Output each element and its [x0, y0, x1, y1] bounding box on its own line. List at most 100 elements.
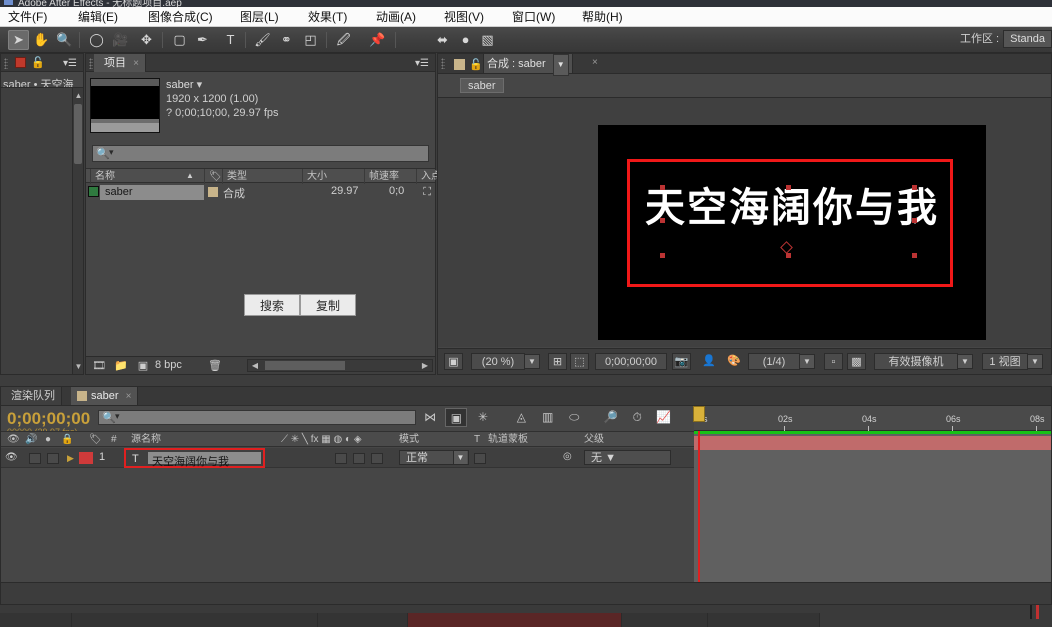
- column-type[interactable]: 类型: [222, 169, 302, 184]
- handle-top-center[interactable]: [786, 185, 791, 190]
- tab-composition[interactable]: 合成 : saber ▼: [483, 54, 573, 76]
- handle-top-left[interactable]: [660, 185, 665, 190]
- shape-tool[interactable]: ▢: [169, 30, 190, 50]
- handle-bottom-left[interactable]: [660, 253, 665, 258]
- camera-tool[interactable]: 🎥: [110, 30, 131, 50]
- interpret-footage-icon[interactable]: 🎞: [92, 359, 106, 373]
- eraser-tool[interactable]: ◰: [300, 30, 321, 50]
- audio-column-icon[interactable]: 🔊: [25, 432, 37, 448]
- roto-brush-tool[interactable]: 🖉: [333, 30, 354, 50]
- label-column-icon[interactable]: 🏷: [89, 432, 102, 448]
- timeline-search-input[interactable]: 🔍 ▾: [98, 410, 416, 425]
- left-panel-color-swatch[interactable]: [15, 57, 26, 68]
- draft-3d-icon[interactable]: ✳: [472, 408, 494, 427]
- composition-stage[interactable]: 天空海阔你与我 GXI网 system.com: [438, 97, 1051, 347]
- brainstorm-icon[interactable]: 🔎: [600, 408, 622, 427]
- solo-column-icon[interactable]: ●: [45, 432, 51, 448]
- shy-icon[interactable]: ⋈: [419, 408, 441, 427]
- handle-mid-right[interactable]: [912, 218, 917, 223]
- tab-composition-close-icon[interactable]: ×: [592, 57, 598, 68]
- layer-number-column[interactable]: #: [111, 432, 117, 448]
- composition-color-swatch[interactable]: [454, 59, 465, 70]
- project-panel-menu-icon[interactable]: ▾☰: [415, 58, 429, 69]
- layer-switch-2[interactable]: [353, 453, 365, 464]
- tab-saber-timeline[interactable]: saber ×: [71, 387, 139, 405]
- menu-item-effect[interactable]: 效果(T): [304, 9, 351, 25]
- pen-tool[interactable]: ✒: [192, 30, 213, 50]
- transparency-icon[interactable]: ▧: [477, 30, 498, 50]
- column-source-name[interactable]: 源名称: [131, 432, 161, 448]
- handle-top-right[interactable]: [912, 185, 917, 190]
- motion-blur-icon[interactable]: ▥: [537, 408, 559, 427]
- adjustment-icon[interactable]: ⬭: [563, 408, 585, 427]
- timeline-ruler[interactable]: 0s 02s 04s 06s 08s: [694, 406, 1051, 431]
- copy-button[interactable]: 复制: [300, 294, 356, 316]
- taskbar-segment-2[interactable]: [72, 613, 318, 627]
- menu-item-help[interactable]: 帮助(H): [578, 9, 627, 25]
- taskbar-segment-5[interactable]: [622, 613, 708, 627]
- layer-switch-1[interactable]: [335, 453, 347, 464]
- zoom-tool[interactable]: 🔍: [54, 30, 75, 50]
- menu-item-window[interactable]: 窗口(W): [508, 9, 559, 25]
- layer-expand-arrow-icon[interactable]: ▶: [67, 453, 74, 464]
- toggle-transparency-icon[interactable]: ▩: [847, 353, 866, 370]
- views-dropdown-icon[interactable]: ▼: [1027, 354, 1043, 369]
- layer-mode-dropdown[interactable]: 正常 ▼: [399, 450, 469, 465]
- hierarchy-icon[interactable]: ⛶: [423, 186, 431, 199]
- timeline-tracks-area[interactable]: [693, 406, 1051, 582]
- project-hscroll-thumb[interactable]: [265, 361, 345, 370]
- channel-icon[interactable]: 🎨: [725, 353, 743, 370]
- column-track-matte[interactable]: 轨道蒙板: [488, 432, 528, 448]
- column-framerate[interactable]: 帧速率: [364, 169, 416, 184]
- delete-icon[interactable]: 🗑: [208, 359, 222, 373]
- lock-column-icon[interactable]: 🔒: [61, 432, 73, 448]
- hand-tool[interactable]: ✋: [31, 30, 52, 50]
- menu-item-file[interactable]: 文件(F): [4, 9, 51, 25]
- tab-project-close-icon[interactable]: ×: [133, 58, 139, 69]
- search-button[interactable]: 搜索: [244, 294, 300, 316]
- graph-editor-icon[interactable]: 📈: [653, 408, 675, 427]
- column-mode[interactable]: 模式: [399, 432, 419, 448]
- scroll-thumb[interactable]: [74, 104, 82, 164]
- clone-stamp-tool[interactable]: ⚭: [276, 30, 297, 50]
- resolution-dropdown-icon[interactable]: ▼: [799, 354, 815, 369]
- lock-icon[interactable]: 🔓: [31, 56, 45, 69]
- column-name[interactable]: 名称: [90, 169, 200, 184]
- show-snapshot-icon[interactable]: 👤: [700, 353, 718, 370]
- menu-item-edit[interactable]: 编辑(E): [74, 9, 122, 25]
- grid-dot-icon[interactable]: ●: [455, 30, 476, 50]
- column-label-icon[interactable]: 🏷: [204, 169, 222, 184]
- camera-value[interactable]: 有效摄像机: [874, 353, 958, 370]
- sort-asc-icon[interactable]: ▲: [186, 171, 194, 180]
- composition-breadcrumb[interactable]: saber: [460, 78, 504, 93]
- layer-label-color[interactable]: [79, 452, 93, 464]
- menu-item-composition[interactable]: 图像合成(C): [144, 9, 217, 25]
- tab-composition-dropdown-icon[interactable]: ▼: [552, 54, 569, 76]
- layer-duration-bar[interactable]: [694, 436, 1051, 450]
- menu-item-layer[interactable]: 图层(L): [236, 9, 283, 25]
- layer-parent-dropdown[interactable]: 无 ▼: [584, 450, 671, 465]
- choose-grid-icon[interactable]: ⊞: [548, 353, 567, 370]
- playhead-handle[interactable]: [693, 406, 705, 422]
- layer-solo-toggle[interactable]: [47, 453, 59, 464]
- puppet-pin-tool[interactable]: 📌: [367, 30, 388, 50]
- lock-icon[interactable]: 🔓: [469, 58, 483, 71]
- column-size[interactable]: 大小: [302, 169, 364, 184]
- workspace-value[interactable]: Standa: [1003, 30, 1052, 48]
- project-hscrollbar[interactable]: ◀ ▶: [247, 359, 433, 372]
- handle-mid-left[interactable]: [660, 218, 665, 223]
- left-panel-grip[interactable]: [4, 58, 8, 69]
- parent-pickwhip-icon[interactable]: ◎: [563, 451, 572, 462]
- text-tool[interactable]: T: [220, 30, 241, 50]
- always-preview-icon[interactable]: ▣: [444, 353, 463, 370]
- pan-behind-tool[interactable]: ✥: [136, 30, 157, 50]
- handle-bottom-center[interactable]: [786, 253, 791, 258]
- rotation-tool[interactable]: ◯: [86, 30, 107, 50]
- collapse-transformations-icon[interactable]: ▣: [445, 408, 468, 427]
- views-value[interactable]: 1 视图: [982, 353, 1028, 370]
- region-of-interest-icon[interactable]: ⬚: [570, 353, 589, 370]
- project-grip[interactable]: [89, 58, 93, 69]
- frame-blending-icon[interactable]: ◬: [510, 408, 532, 427]
- magnification-value[interactable]: (20 %): [471, 353, 525, 370]
- magnification-dropdown-icon[interactable]: ▼: [524, 354, 540, 369]
